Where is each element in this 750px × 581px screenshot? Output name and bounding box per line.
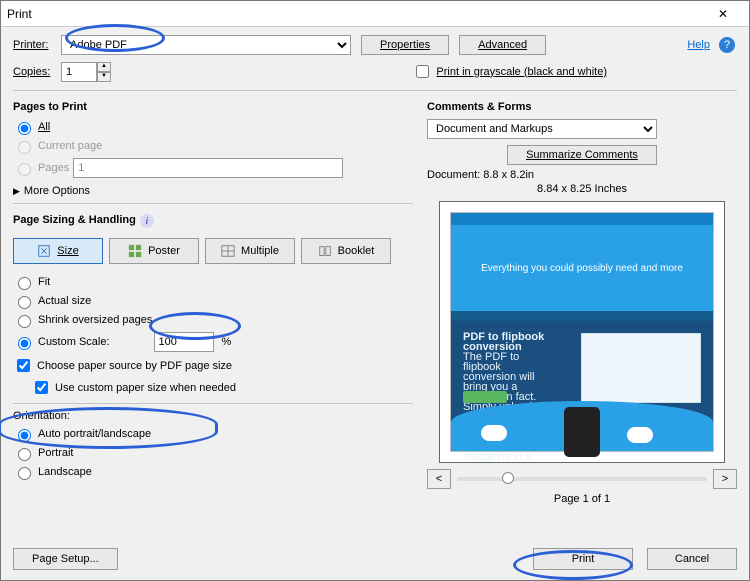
window-title: Print [7, 7, 32, 21]
sheet-dim-label: 8.84 x 8.25 Inches [427, 183, 737, 195]
cloud-icon [481, 425, 507, 441]
preview-upload-btn [463, 391, 507, 403]
copies-up-icon[interactable]: ▲ [97, 62, 111, 72]
preview-nav [451, 213, 713, 225]
choose-source-checkbox-row[interactable]: Choose paper source by PDF page size [13, 356, 413, 375]
custom-scale-input[interactable] [154, 332, 214, 352]
radio-actual[interactable]: Actual size [13, 293, 413, 309]
radio-current[interactable]: Current page [13, 138, 413, 154]
radio-pages[interactable]: Pages [13, 160, 69, 176]
radio-shrink[interactable]: Shrink oversized pages [13, 312, 413, 328]
properties-button[interactable]: Properties [361, 35, 449, 55]
radio-orient-landscape[interactable]: Landscape [13, 464, 413, 480]
radio-orient-auto[interactable]: Auto portrait/landscape [13, 426, 413, 442]
more-options-toggle[interactable]: ▶ More Options [13, 185, 413, 197]
percent-label: % [222, 336, 232, 348]
advanced-button[interactable]: Advanced [459, 35, 546, 55]
slider-knob[interactable] [502, 472, 514, 484]
pages-to-print-heading: Pages to Print [13, 101, 413, 113]
use-custom-checkbox-row[interactable]: Use custom paper size when needed [31, 378, 413, 397]
print-dialog: Print ✕ Help ? Printer: Adobe PDF Proper… [0, 0, 750, 581]
choose-source-checkbox[interactable] [17, 359, 30, 372]
comments-select[interactable]: Document and Markups [427, 119, 657, 139]
sizing-size-button[interactable]: Size [13, 238, 103, 264]
copies-stepper[interactable]: ▲ ▼ [61, 62, 111, 82]
booklet-icon [318, 244, 332, 258]
cloud-icon-2 [627, 427, 653, 443]
help-icon[interactable]: ? [719, 37, 735, 53]
page-counter: Page 1 of 1 [427, 493, 737, 505]
copies-down-icon[interactable]: ▼ [97, 72, 111, 82]
document-dim-label: Document: 8.8 x 8.2in [427, 169, 737, 181]
close-icon[interactable]: ✕ [703, 7, 743, 21]
preview-hero: Everything you could possibly need and m… [451, 225, 713, 311]
grayscale-checkbox[interactable] [416, 65, 429, 78]
printer-label: Printer: [13, 39, 61, 51]
sizing-poster-button[interactable]: Poster [109, 238, 199, 264]
help-link[interactable]: Help [687, 39, 710, 51]
phone-icon [564, 407, 600, 457]
radio-fit[interactable]: Fit [13, 274, 413, 290]
copies-label: Copies: [13, 66, 61, 78]
pages-range-input[interactable] [73, 158, 343, 178]
summarize-button[interactable]: Summarize Comments [507, 145, 657, 165]
radio-orient-portrait[interactable]: Portrait [13, 445, 413, 461]
copies-input[interactable] [61, 62, 97, 82]
print-preview: Everything you could possibly need and m… [439, 201, 725, 463]
comments-heading: Comments & Forms [427, 101, 737, 113]
sizing-multiple-button[interactable]: Multiple [205, 238, 295, 264]
info-icon[interactable]: i [140, 214, 154, 228]
multiple-icon [221, 244, 235, 258]
size-icon [37, 244, 51, 258]
page-setup-button[interactable]: Page Setup... [13, 548, 118, 570]
cancel-button[interactable]: Cancel [647, 548, 737, 570]
triangle-right-icon: ▶ [13, 186, 20, 197]
titlebar: Print ✕ [1, 1, 749, 27]
poster-icon [128, 244, 142, 258]
radio-custom-scale[interactable]: Custom Scale: [13, 334, 110, 350]
preview-prev-button[interactable]: < [427, 469, 451, 489]
preview-slider[interactable] [457, 477, 707, 481]
preview-next-button[interactable]: > [713, 469, 737, 489]
help-area: Help ? [687, 37, 735, 53]
print-button[interactable]: Print [533, 548, 633, 570]
use-custom-checkbox[interactable] [35, 381, 48, 394]
grayscale-checkbox-row[interactable]: Print in grayscale (black and white) [412, 62, 607, 81]
preview-card [581, 333, 701, 403]
printer-select[interactable]: Adobe PDF [61, 35, 351, 55]
sizing-heading: Page Sizing & Handling [13, 214, 136, 226]
orientation-heading: Orientation: [13, 410, 413, 422]
preview-thumb: Everything you could possibly need and m… [450, 212, 714, 452]
sizing-booklet-button[interactable]: Booklet [301, 238, 391, 264]
radio-all[interactable]: All [13, 119, 413, 135]
